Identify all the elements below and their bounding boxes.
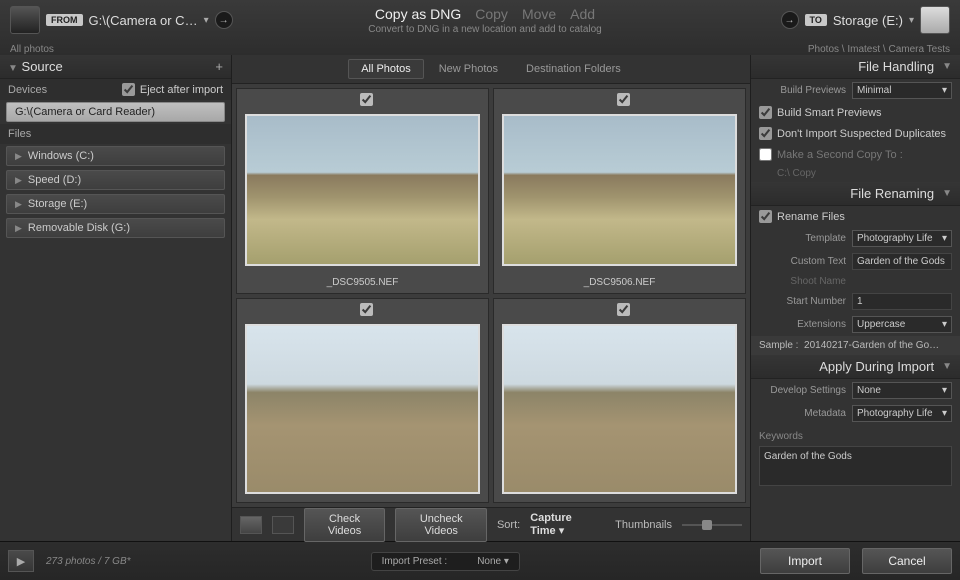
eject-checkbox[interactable]	[122, 83, 135, 96]
keywords-input[interactable]: Garden of the Gods	[759, 446, 952, 486]
play-button[interactable]: ▶	[8, 550, 34, 572]
drive-row[interactable]: ▶Removable Disk (G:)	[6, 218, 225, 238]
make-second-copy[interactable]: Make a Second Copy To :	[751, 144, 960, 165]
thumbnail-cell[interactable]	[493, 298, 746, 504]
tab-all-photos[interactable]: All Photos	[348, 59, 424, 79]
shoot-name-input	[852, 279, 952, 285]
file-handling-header[interactable]: File Handling▼	[751, 55, 960, 79]
sample-filename: Sample : 20140217-Garden of the Go…	[751, 336, 960, 355]
devices-label: Devices	[8, 84, 47, 96]
thumbnail-image[interactable]	[502, 114, 737, 266]
main-area: ▼ Source + Devices Eject after import G:…	[0, 55, 960, 541]
right-panel: File Handling▼ Build Previews Minimal▾ B…	[750, 55, 960, 541]
thumbnail-cell[interactable]: _DSC9506.NEF	[493, 88, 746, 294]
to-path[interactable]: Storage (E:)	[833, 13, 903, 28]
import-mode: Copy as DNG Copy Move Add Convert to DNG…	[240, 6, 730, 35]
sort-dropdown[interactable]: Capture Time ▾	[530, 512, 595, 537]
thumbnail-image[interactable]	[245, 114, 480, 266]
drive-row[interactable]: ▶Windows (C:)	[6, 146, 225, 166]
file-renaming-header[interactable]: File Renaming▼	[751, 182, 960, 206]
build-previews-row: Build Previews Minimal▾	[751, 79, 960, 102]
metadata-select[interactable]: Photography Life▾	[852, 405, 952, 422]
status-text: 273 photos / 7 GB*	[46, 556, 131, 567]
start-number-input[interactable]: 1	[852, 293, 952, 310]
uncheck-videos-button[interactable]: Uncheck Videos	[395, 508, 486, 542]
center-toolbar: Check Videos Uncheck Videos Sort: Captur…	[232, 507, 750, 541]
loupe-view-icon[interactable]	[272, 516, 294, 534]
extensions-select[interactable]: Uppercase▾	[852, 316, 952, 333]
from-path[interactable]: G:\(Camera or C…	[89, 13, 198, 28]
external-drive-icon	[920, 6, 950, 34]
build-smart-previews[interactable]: Build Smart Previews	[751, 102, 960, 123]
mode-move[interactable]: Move	[522, 6, 556, 22]
keywords-section: Keywords Garden of the Gods	[751, 425, 960, 492]
device-row-selected[interactable]: G:\(Camera or Card Reader)	[6, 102, 225, 122]
thumbnail-caption: _DSC9506.NEF	[494, 274, 745, 293]
second-copy-path: C:\ Copy	[751, 165, 960, 182]
sort-label: Sort:	[497, 519, 520, 531]
center-tabs: All Photos New Photos Destination Folder…	[232, 55, 750, 84]
tab-new-photos[interactable]: New Photos	[426, 59, 511, 79]
import-button[interactable]: Import	[760, 548, 850, 574]
to-badge: TO	[805, 14, 827, 26]
add-source-icon[interactable]: +	[215, 59, 223, 74]
thumbnail-cell[interactable]	[236, 298, 489, 504]
import-preset-dropdown[interactable]: Import Preset : None ▾	[371, 552, 520, 571]
dont-import-duplicates[interactable]: Don't Import Suspected Duplicates	[751, 123, 960, 144]
thumbnail-image[interactable]	[245, 324, 480, 495]
drive-row[interactable]: ▶Speed (D:)	[6, 170, 225, 190]
from-arrow-button[interactable]: →	[215, 11, 233, 29]
destination-summary: → TO Storage (E:) ▾ Photos \ Imatest \ C…	[730, 6, 950, 55]
apply-during-import-header[interactable]: Apply During Import▼	[751, 355, 960, 379]
files-header: Files	[0, 124, 231, 144]
devices-header: Devices Eject after import	[0, 79, 231, 100]
thumbnail-cell[interactable]: _DSC9505.NEF	[236, 88, 489, 294]
drive-row[interactable]: ▶Storage (E:)	[6, 194, 225, 214]
template-select[interactable]: Photography Life▾	[852, 230, 952, 247]
hard-drive-icon	[10, 6, 40, 34]
source-title: Source	[22, 59, 63, 74]
thumbnail-checkbox[interactable]	[245, 93, 488, 106]
build-previews-select[interactable]: Minimal▾	[852, 82, 952, 99]
from-subtitle: All photos	[10, 44, 54, 55]
cancel-button[interactable]: Cancel	[862, 548, 952, 574]
grid-view-icon[interactable]	[240, 516, 262, 534]
left-panel: ▼ Source + Devices Eject after import G:…	[0, 55, 232, 541]
mode-subtitle: Convert to DNG in a new location and add…	[240, 24, 730, 35]
to-path-dropdown[interactable]: ▾	[909, 15, 914, 26]
source-summary: FROM G:\(Camera or C… ▾ → All photos	[10, 6, 240, 55]
thumbnails-label: Thumbnails	[615, 519, 672, 531]
rename-files[interactable]: Rename Files	[751, 206, 960, 227]
mode-copy[interactable]: Copy	[475, 6, 508, 22]
from-path-dropdown[interactable]: ▾	[204, 15, 209, 26]
bottom-bar: ▶ 273 photos / 7 GB* Import Preset : Non…	[0, 541, 960, 580]
center-panel: All Photos New Photos Destination Folder…	[232, 55, 750, 541]
eject-after-import[interactable]: Eject after import	[122, 83, 223, 96]
tab-destination-folders[interactable]: Destination Folders	[513, 59, 634, 79]
to-arrow-button[interactable]: →	[781, 11, 799, 29]
to-subtitle: Photos \ Imatest \ Camera Tests	[808, 44, 950, 55]
develop-settings-select[interactable]: None▾	[852, 382, 952, 399]
thumbnail-checkbox[interactable]	[502, 93, 745, 106]
from-badge: FROM	[46, 14, 83, 26]
thumbnail-grid: _DSC9505.NEF _DSC9506.NEF	[232, 84, 750, 507]
thumbnail-caption: _DSC9505.NEF	[237, 274, 488, 293]
thumbnail-checkbox[interactable]	[245, 303, 488, 316]
thumbnail-checkbox[interactable]	[502, 303, 745, 316]
thumbnail-image[interactable]	[502, 324, 737, 495]
mode-add[interactable]: Add	[570, 6, 595, 22]
custom-text-input[interactable]: Garden of the Gods	[852, 253, 952, 270]
source-panel-header[interactable]: ▼ Source +	[0, 55, 231, 79]
mode-copy-as-dng[interactable]: Copy as DNG	[375, 6, 461, 22]
check-videos-button[interactable]: Check Videos	[304, 508, 386, 542]
top-bar: FROM G:\(Camera or C… ▾ → All photos Cop…	[0, 0, 960, 55]
thumbnail-size-slider[interactable]	[682, 524, 742, 526]
